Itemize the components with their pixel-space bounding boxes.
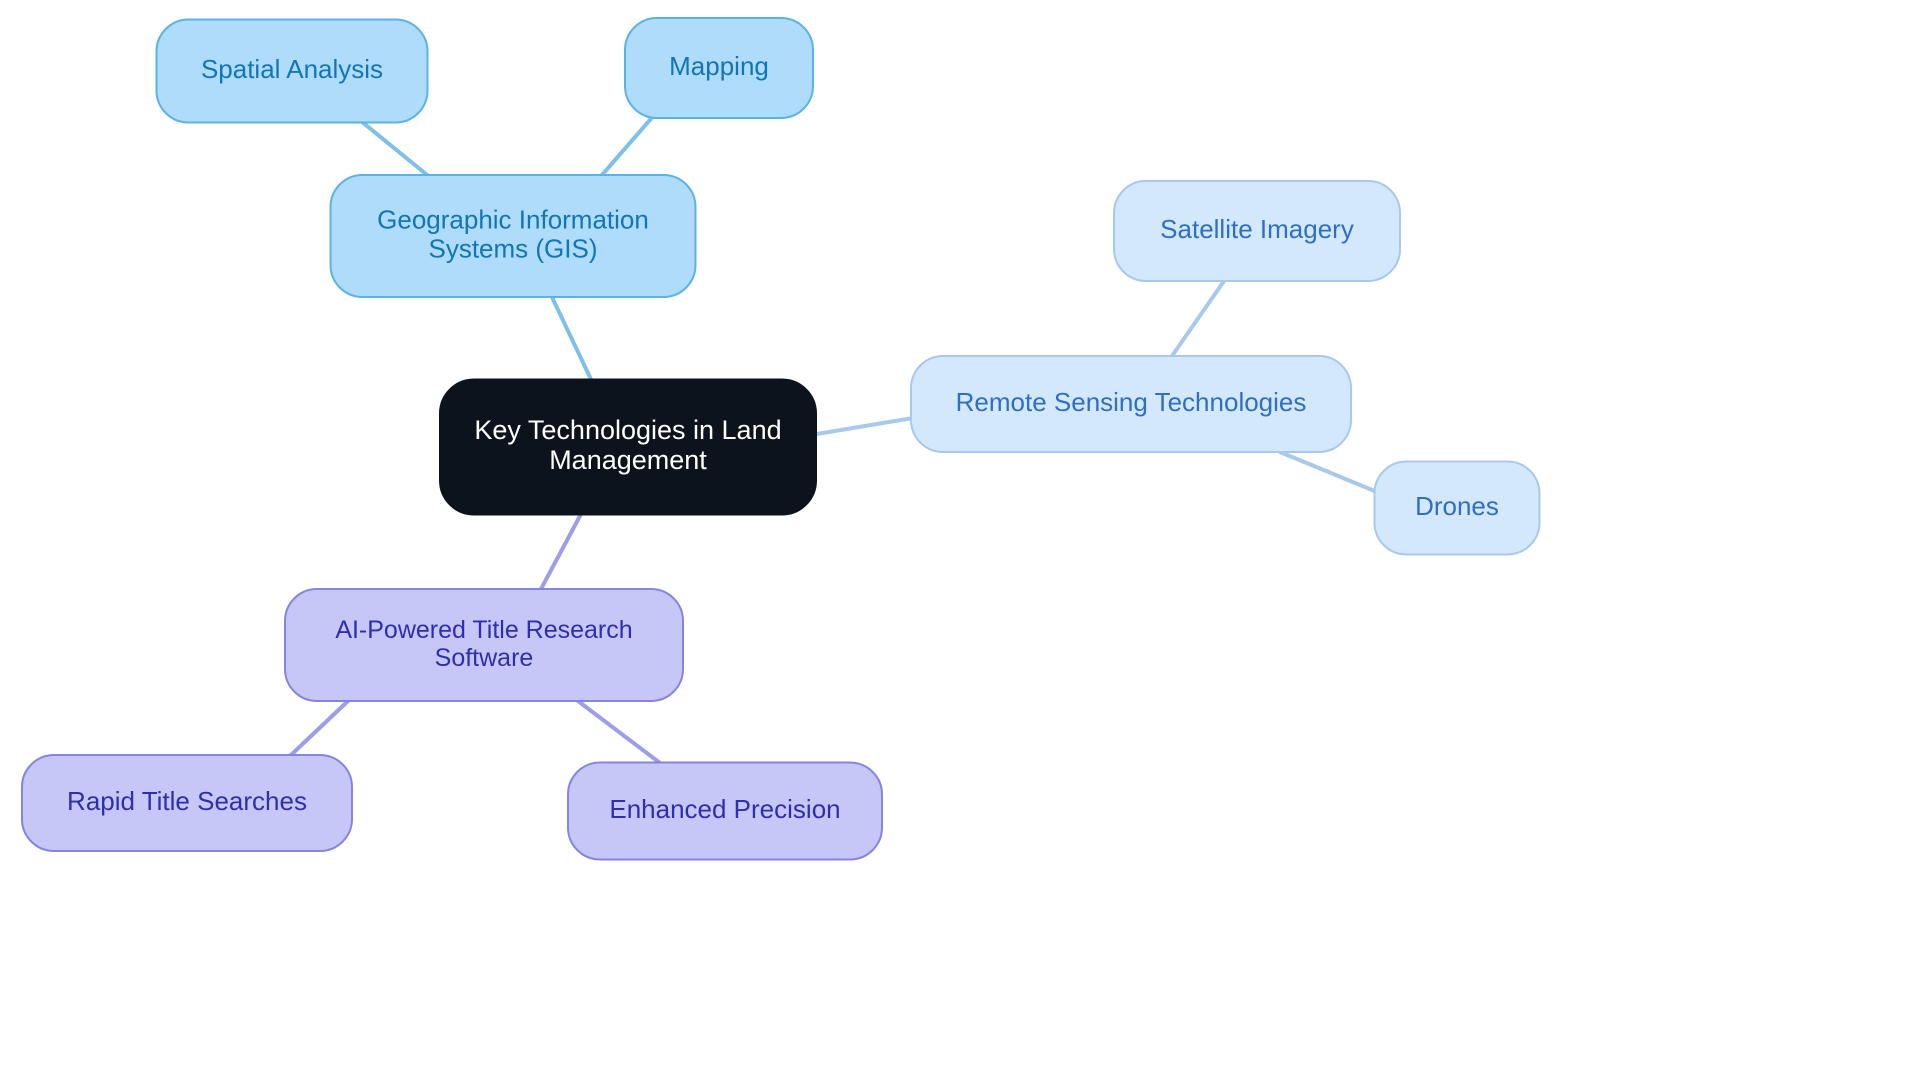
node-enhanced-precision[interactable]: Enhanced Precision bbox=[567, 761, 883, 861]
edge-gis-spatial bbox=[354, 115, 439, 185]
node-label-remote-sensing: Remote Sensing Technologies bbox=[956, 387, 1307, 417]
node-label-drones: Drones bbox=[1415, 491, 1499, 521]
node-satellite-imagery[interactable]: Satellite Imagery bbox=[1113, 180, 1401, 282]
node-drones[interactable]: Drones bbox=[1373, 460, 1541, 556]
node-ai-title-research[interactable]: AI-Powered Title Research Software bbox=[284, 588, 684, 702]
node-label-rapid-title-searches: Rapid Title Searches bbox=[67, 786, 307, 816]
node-spatial-analysis[interactable]: Spatial Analysis bbox=[155, 18, 429, 124]
nodes-layer: Key Technologies in Land Management Geogra… bbox=[21, 17, 1541, 861]
mindmap-canvas: Key Technologies in Land Management Geogra… bbox=[0, 0, 1920, 1083]
mindmap-diagram: Key Technologies in Land Management Geogra… bbox=[21, 17, 1541, 861]
node-label-spatial-analysis: Spatial Analysis bbox=[201, 54, 383, 84]
edge-root-ai bbox=[539, 512, 583, 591]
node-root[interactable]: Key Technologies in Land Management bbox=[439, 378, 817, 516]
edge-root-gis bbox=[549, 293, 598, 392]
edge-remote-satellite bbox=[1170, 279, 1226, 358]
node-mapping[interactable]: Mapping bbox=[624, 17, 814, 119]
edge-gis-mapping bbox=[593, 111, 658, 185]
node-gis[interactable]: Geographic Information Systems (GIS) bbox=[329, 174, 697, 298]
edge-root-remote bbox=[815, 416, 915, 436]
edge-ai-rapid bbox=[289, 699, 350, 757]
node-label-mapping: Mapping bbox=[669, 51, 769, 81]
node-label-satellite-imagery: Satellite Imagery bbox=[1160, 214, 1354, 244]
edge-ai-enhanced bbox=[576, 699, 662, 765]
node-rapid-title-searches[interactable]: Rapid Title Searches bbox=[21, 754, 353, 852]
node-label-enhanced-precision: Enhanced Precision bbox=[609, 794, 840, 824]
edge-remote-drones bbox=[1278, 450, 1379, 494]
node-remote-sensing[interactable]: Remote Sensing Technologies bbox=[910, 355, 1352, 453]
